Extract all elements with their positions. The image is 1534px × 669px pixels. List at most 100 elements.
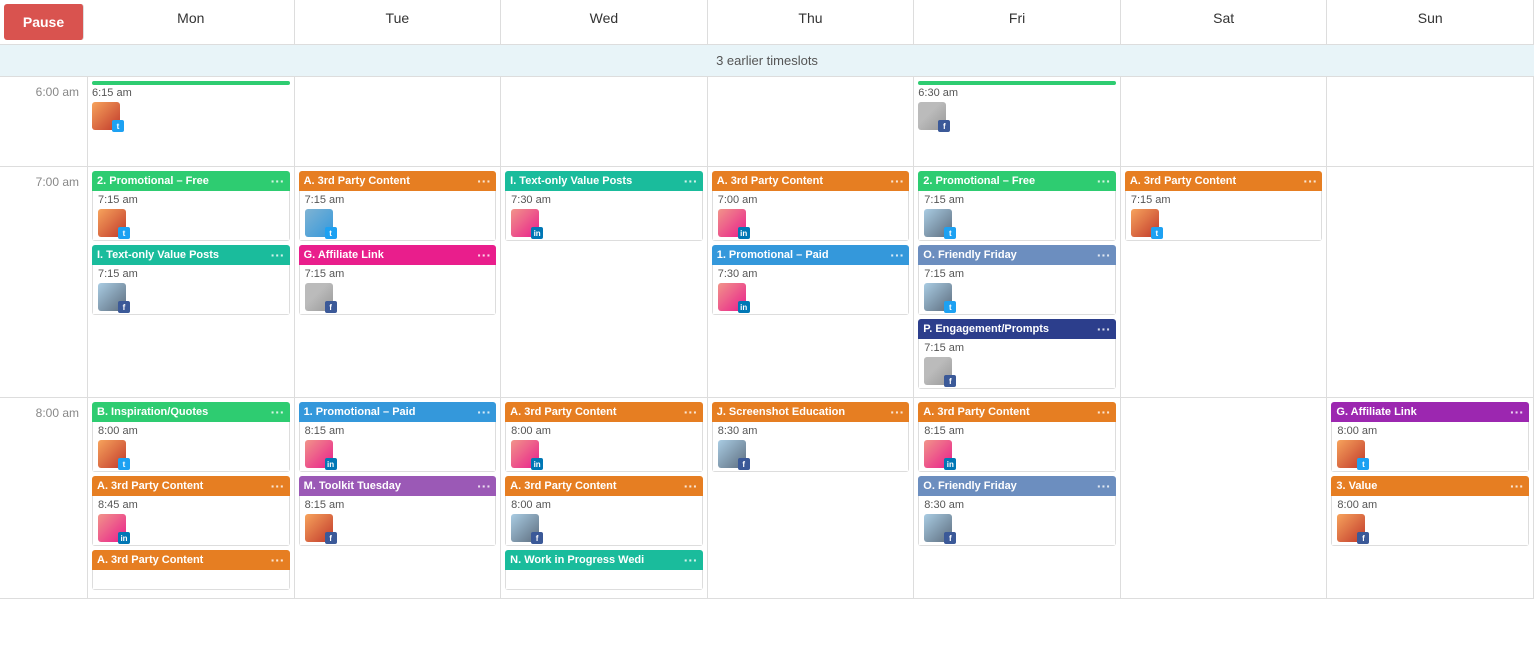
event-fri-friendly[interactable]: O. Friendly Friday ··· 7:15 am t xyxy=(918,245,1116,315)
event-fri-promo-free-thumb: t xyxy=(924,209,952,237)
day-cell-wed-700: I. Text-only Value Posts ··· 7:30 am in xyxy=(501,167,708,397)
event-thu-promo-paid[interactable]: 1. Promotional – Paid ··· 7:30 am in xyxy=(712,245,910,315)
event-sun-affiliate-menu[interactable]: ··· xyxy=(1510,405,1524,419)
event-sat-3rdparty-1-thumb: t xyxy=(1131,209,1159,237)
event-wed-3rdparty-3[interactable]: A. 3rd Party Content ··· 8:00 am f xyxy=(505,476,703,546)
event-mon-textonly-thumb: f xyxy=(98,283,126,311)
event-mon-3rdparty-3-menu[interactable]: ··· xyxy=(271,553,285,567)
event-thu-3rdparty-1-social: in xyxy=(738,227,750,239)
event-fri-engagement-social: f xyxy=(944,375,956,387)
event-mon-promo-free[interactable]: 2. Promotional – Free ··· 7:15 am t xyxy=(92,171,290,241)
event-wed-workinprogress[interactable]: N. Work in Progress Wedi ··· xyxy=(505,550,703,590)
pause-button[interactable]: Pause xyxy=(4,4,84,40)
event-mon-inspo-time: 8:00 am xyxy=(98,425,284,437)
event-thu-3rdparty-1[interactable]: A. 3rd Party Content ··· 7:00 am in xyxy=(712,171,910,241)
event-thu-promo-paid-menu[interactable]: ··· xyxy=(890,248,904,262)
event-tue-toolkit-time: 8:15 am xyxy=(305,499,491,511)
day-cell-wed-800: A. 3rd Party Content ··· 8:00 am in A. 3… xyxy=(501,398,708,598)
event-fri-3rdparty-2-time: 8:15 am xyxy=(924,425,1110,437)
event-sat-3rdparty-1[interactable]: A. 3rd Party Content ··· 7:15 am t xyxy=(1125,171,1323,241)
event-sat-3rdparty-1-menu[interactable]: ··· xyxy=(1303,174,1317,188)
event-sun-value-social: f xyxy=(1357,532,1369,544)
event-mon-textonly-label: I. Text-only Value Posts xyxy=(97,249,219,261)
event-tue-promo-paid[interactable]: 1. Promotional – Paid ··· 8:15 am in xyxy=(299,402,497,472)
event-mon-inspo[interactable]: B. Inspiration/Quotes ··· 8:00 am t xyxy=(92,402,290,472)
event-thu-promo-paid-body: 7:30 am in xyxy=(712,265,910,315)
header-sat: Sat xyxy=(1121,0,1328,44)
event-thu-promo-paid-thumb: in xyxy=(718,283,746,311)
event-fri-engagement-menu[interactable]: ··· xyxy=(1097,322,1111,336)
event-wed-3rdparty-3-menu[interactable]: ··· xyxy=(684,479,698,493)
event-mon-inspo-header: B. Inspiration/Quotes ··· xyxy=(92,402,290,422)
event-tue-3rdparty-1-menu[interactable]: ··· xyxy=(477,174,491,188)
event-fri-friendly2[interactable]: O. Friendly Friday ··· 8:30 am f xyxy=(918,476,1116,546)
event-wed-3rdparty-3-time: 8:00 am xyxy=(511,499,697,511)
event-mon-inspo-body: 8:00 am t xyxy=(92,422,290,472)
event-fri-promo-free-menu[interactable]: ··· xyxy=(1097,174,1111,188)
event-mon-3rdparty-2-label: A. 3rd Party Content xyxy=(97,480,203,492)
event-sun-value[interactable]: 3. Value ··· 8:00 am f xyxy=(1331,476,1529,546)
event-mon-promo-free-header: 2. Promotional – Free ··· xyxy=(92,171,290,191)
event-sun-value-thumb: f xyxy=(1337,514,1365,542)
event-mon-promo-free-body: 7:15 am t xyxy=(92,191,290,241)
event-mon-textonly[interactable]: I. Text-only Value Posts ··· 7:15 am f xyxy=(92,245,290,315)
event-thu-screenshot[interactable]: J. Screenshot Education ··· 8:30 am f xyxy=(712,402,910,472)
time-label-700: 7:00 am xyxy=(0,167,88,397)
event-mon-3rdparty-3-label: A. 3rd Party Content xyxy=(97,554,203,566)
day-cell-sat-800 xyxy=(1121,398,1328,598)
header-row: Pause Mon Tue Wed Thu Fri Sat Sun xyxy=(0,0,1534,45)
event-tue-toolkit[interactable]: M. Toolkit Tuesday ··· 8:15 am f xyxy=(299,476,497,546)
event-fri-3rdparty-2[interactable]: A. 3rd Party Content ··· 8:15 am in xyxy=(918,402,1116,472)
event-mon-3rdparty-3[interactable]: A. 3rd Party Content ··· xyxy=(92,550,290,590)
day-cell-sat-700: A. 3rd Party Content ··· 7:15 am t xyxy=(1121,167,1328,397)
event-fri-3rdparty-2-label: A. 3rd Party Content xyxy=(923,406,1029,418)
event-mon-3rdparty-2-menu[interactable]: ··· xyxy=(271,479,285,493)
event-sun-value-header: 3. Value ··· xyxy=(1331,476,1529,496)
event-thu-promo-paid-time: 7:30 am xyxy=(718,268,904,280)
event-tue-affiliate-social: f xyxy=(325,301,337,313)
event-wed-textonly-menu[interactable]: ··· xyxy=(684,174,698,188)
event-wed-textonly[interactable]: I. Text-only Value Posts ··· 7:30 am in xyxy=(505,171,703,241)
event-mon-inspo-menu[interactable]: ··· xyxy=(271,405,285,419)
event-thu-screenshot-menu[interactable]: ··· xyxy=(890,405,904,419)
event-tue-affiliate-menu[interactable]: ··· xyxy=(477,248,491,262)
event-mon-promo-free-menu[interactable]: ··· xyxy=(271,174,285,188)
event-wed-3rdparty-3-social: f xyxy=(531,532,543,544)
event-thu-screenshot-time: 8:30 am xyxy=(718,425,904,437)
mon-615-time: 6:15 am xyxy=(92,87,290,99)
event-mon-textonly-social: f xyxy=(118,301,130,313)
event-mon-textonly-menu[interactable]: ··· xyxy=(271,248,285,262)
earlier-timeslots-banner[interactable]: 3 earlier timeslots xyxy=(0,45,1534,77)
event-fri-promo-free[interactable]: 2. Promotional – Free ··· 7:15 am t xyxy=(918,171,1116,241)
event-tue-promo-paid-thumb: in xyxy=(305,440,333,468)
event-mon-textonly-header: I. Text-only Value Posts ··· xyxy=(92,245,290,265)
event-tue-toolkit-menu[interactable]: ··· xyxy=(477,479,491,493)
event-mon-inspo-social: t xyxy=(118,458,130,470)
event-mon-3rdparty-2-social: in xyxy=(118,532,130,544)
event-sun-affiliate-body: 8:00 am t xyxy=(1331,422,1529,472)
event-fri-friendly-body: 7:15 am t xyxy=(918,265,1116,315)
fri-630-social: f xyxy=(938,120,950,132)
event-wed-3rdparty-2[interactable]: A. 3rd Party Content ··· 8:00 am in xyxy=(505,402,703,472)
event-fri-3rdparty-2-menu[interactable]: ··· xyxy=(1097,405,1111,419)
event-tue-promo-paid-header: 1. Promotional – Paid ··· xyxy=(299,402,497,422)
event-fri-engagement[interactable]: P. Engagement/Prompts ··· 7:15 am f xyxy=(918,319,1116,389)
event-tue-3rdparty-1[interactable]: A. 3rd Party Content ··· 7:15 am t xyxy=(299,171,497,241)
event-wed-3rdparty-3-label: A. 3rd Party Content xyxy=(510,480,616,492)
event-fri-engagement-label: P. Engagement/Prompts xyxy=(923,323,1049,335)
event-tue-affiliate[interactable]: G. Affiliate Link ··· 7:15 am f xyxy=(299,245,497,315)
event-wed-3rdparty-2-menu[interactable]: ··· xyxy=(684,405,698,419)
event-thu-3rdparty-1-menu[interactable]: ··· xyxy=(890,174,904,188)
header-mon: Mon xyxy=(88,0,295,44)
event-sun-value-menu[interactable]: ··· xyxy=(1510,479,1524,493)
event-fri-friendly2-menu[interactable]: ··· xyxy=(1097,479,1111,493)
event-thu-3rdparty-1-label: A. 3rd Party Content xyxy=(717,175,823,187)
event-sun-affiliate[interactable]: G. Affiliate Link ··· 8:00 am t xyxy=(1331,402,1529,472)
event-fri-friendly-menu[interactable]: ··· xyxy=(1097,248,1111,262)
event-wed-workinprogress-menu[interactable]: ··· xyxy=(684,553,698,567)
event-tue-promo-paid-menu[interactable]: ··· xyxy=(477,405,491,419)
event-tue-affiliate-label: G. Affiliate Link xyxy=(304,249,384,261)
event-mon-3rdparty-2[interactable]: A. 3rd Party Content ··· 8:45 am in xyxy=(92,476,290,546)
event-fri-friendly2-time: 8:30 am xyxy=(924,499,1110,511)
event-fri-3rdparty-2-header: A. 3rd Party Content ··· xyxy=(918,402,1116,422)
